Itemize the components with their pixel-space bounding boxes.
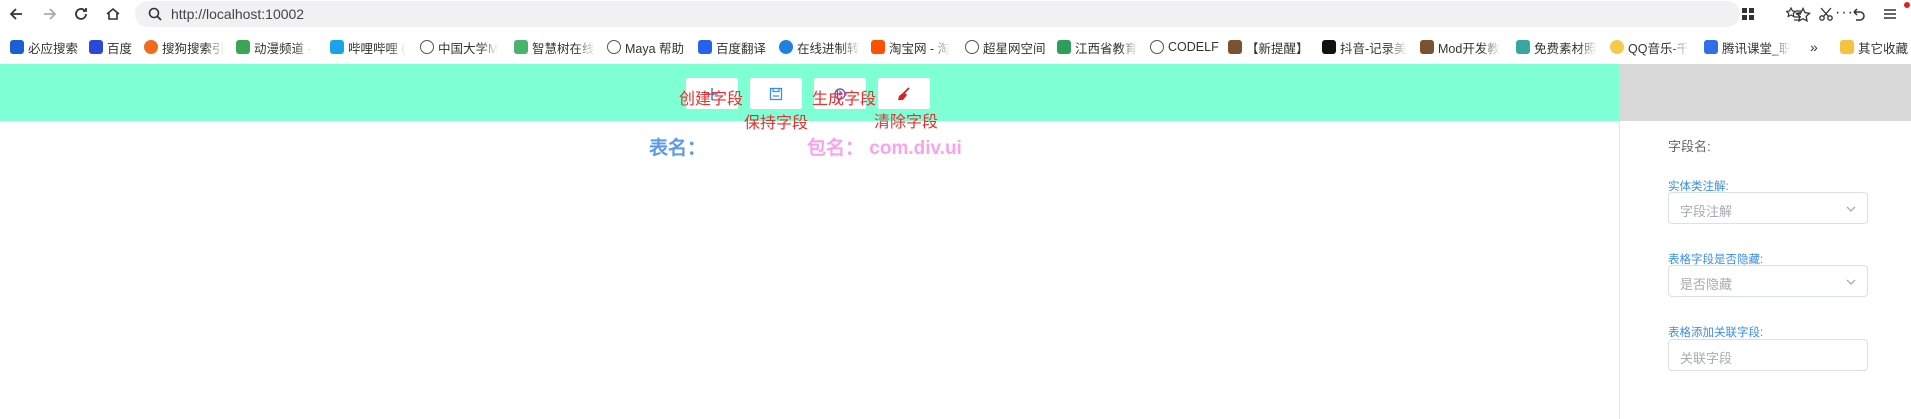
bookmark-item[interactable]: 搜狗搜索引 [144, 38, 225, 56]
url-text[interactable]: http://localhost:10002 [171, 6, 304, 22]
other-bookmarks-folder[interactable]: 其它收藏 [1840, 38, 1908, 56]
related-field-placeholder: 关联字段 [1680, 351, 1733, 366]
bookmark-favicon [871, 40, 885, 54]
back-icon[interactable] [6, 3, 28, 25]
app-header [0, 64, 1619, 121]
package-name: 包名： com.div.ui [807, 138, 962, 159]
bookmark-favicon [1610, 40, 1624, 54]
bookmark-item[interactable]: QQ音乐-千 [1610, 38, 1689, 56]
bookmark-favicon [236, 40, 250, 54]
bookmark-favicon [1228, 40, 1242, 54]
bookmark-favicon [514, 40, 528, 54]
bookmark-item[interactable]: 在线进制转 [779, 38, 860, 56]
chevron-down-icon [1846, 206, 1856, 212]
hidden-field-select[interactable]: 是否隐藏 [1668, 265, 1868, 297]
bookmark-favicon [10, 40, 24, 54]
bookmark-favicon [89, 40, 103, 54]
save-field-label[interactable]: 保持字段 [744, 109, 808, 133]
globe-icon [965, 40, 979, 54]
bookmark-favicon [1704, 40, 1718, 54]
bookmark-item[interactable]: 中国大学M [420, 38, 498, 56]
bookmark-item[interactable]: 腾讯课堂_职 [1704, 38, 1791, 56]
browser-toolbar: http://localhost:10002 ··· [0, 0, 1911, 28]
extensions-icon[interactable] [1738, 4, 1758, 24]
folder-icon [1840, 40, 1854, 54]
bookmark-favicon [1516, 40, 1530, 54]
bookmark-item[interactable]: 超星网空间 [965, 38, 1046, 56]
related-field-label: 表格添加关联字段: [1668, 327, 1764, 339]
bookmarks-bar: 必应搜索 百度 搜狗搜索引 动漫频道 - 哔哩哔哩 ( 中国大学M 智慧树在线 … [0, 35, 1911, 59]
bookmark-favicon [698, 40, 712, 54]
bookmark-item[interactable]: 抖音-记录美 [1322, 38, 1407, 56]
bookmark-item[interactable]: 免费素材照 [1516, 38, 1597, 56]
bookmark-item[interactable]: Mod开发教 [1420, 38, 1500, 56]
globe-icon [607, 40, 621, 54]
bookmark-favicon [1322, 40, 1336, 54]
bookmark-item[interactable]: 百度翻译 [698, 38, 766, 56]
bookmark-item[interactable]: 江西省教育 [1057, 38, 1138, 56]
bookmark-item[interactable]: 百度 [89, 38, 132, 56]
field-name-label: 字段名: [1668, 139, 1711, 154]
bookmark-item[interactable]: 智慧树在线 [514, 38, 595, 56]
table-name: 表名： [649, 138, 707, 159]
more-bookmarks-icon[interactable]: » [1810, 38, 1818, 56]
entity-annotation-placeholder: 字段注解 [1680, 204, 1733, 219]
undo-icon[interactable] [1848, 4, 1868, 24]
address-bar[interactable]: http://localhost:10002 ··· [135, 1, 1853, 27]
bookmark-item[interactable]: 动漫频道 - [236, 38, 312, 56]
reload-icon[interactable] [70, 3, 92, 25]
clear-field-label[interactable]: 清除字段 [874, 108, 938, 132]
sidebar-header [1619, 64, 1911, 121]
save-field-button[interactable] [750, 78, 802, 109]
bookmark-item[interactable]: Maya 帮助 [607, 38, 684, 56]
menu-icon[interactable] [1880, 4, 1900, 24]
entity-annotation-select[interactable]: 字段注解 [1668, 192, 1868, 224]
globe-icon [420, 40, 434, 54]
favorites-icon[interactable] [1784, 4, 1804, 24]
create-field-label[interactable]: 创建字段 [679, 85, 743, 109]
forward-icon[interactable] [38, 3, 60, 25]
globe-icon [1150, 40, 1164, 54]
related-field-input[interactable]: 关联字段 [1668, 339, 1868, 371]
broom-icon [898, 86, 910, 100]
scissors-icon[interactable] [1816, 4, 1836, 24]
bookmark-favicon [330, 40, 344, 54]
bookmark-favicon [779, 40, 793, 54]
bookmark-favicon [1420, 40, 1434, 54]
bookmark-item[interactable]: CODELF [1150, 38, 1219, 56]
home-icon[interactable] [102, 3, 124, 25]
clear-field-button[interactable] [878, 78, 930, 109]
hidden-field-placeholder: 是否隐藏 [1680, 277, 1733, 292]
bookmark-favicon [1057, 40, 1071, 54]
bookmark-item[interactable]: 淘宝网 - 淘 [871, 38, 950, 56]
bookmark-favicon [144, 40, 158, 54]
notification-dot [1904, 2, 1910, 8]
bookmark-item[interactable]: 必应搜索 [10, 38, 78, 56]
sidebar-divider [1619, 121, 1620, 419]
bookmark-item[interactable]: 【新提醒】 [1228, 38, 1309, 56]
bookmark-item[interactable]: 哔哩哔哩 ( [330, 38, 406, 56]
generate-field-label[interactable]: 生成字段 [812, 85, 876, 109]
search-icon [148, 7, 162, 21]
chevron-down-icon [1846, 279, 1856, 285]
save-icon [769, 87, 783, 100]
